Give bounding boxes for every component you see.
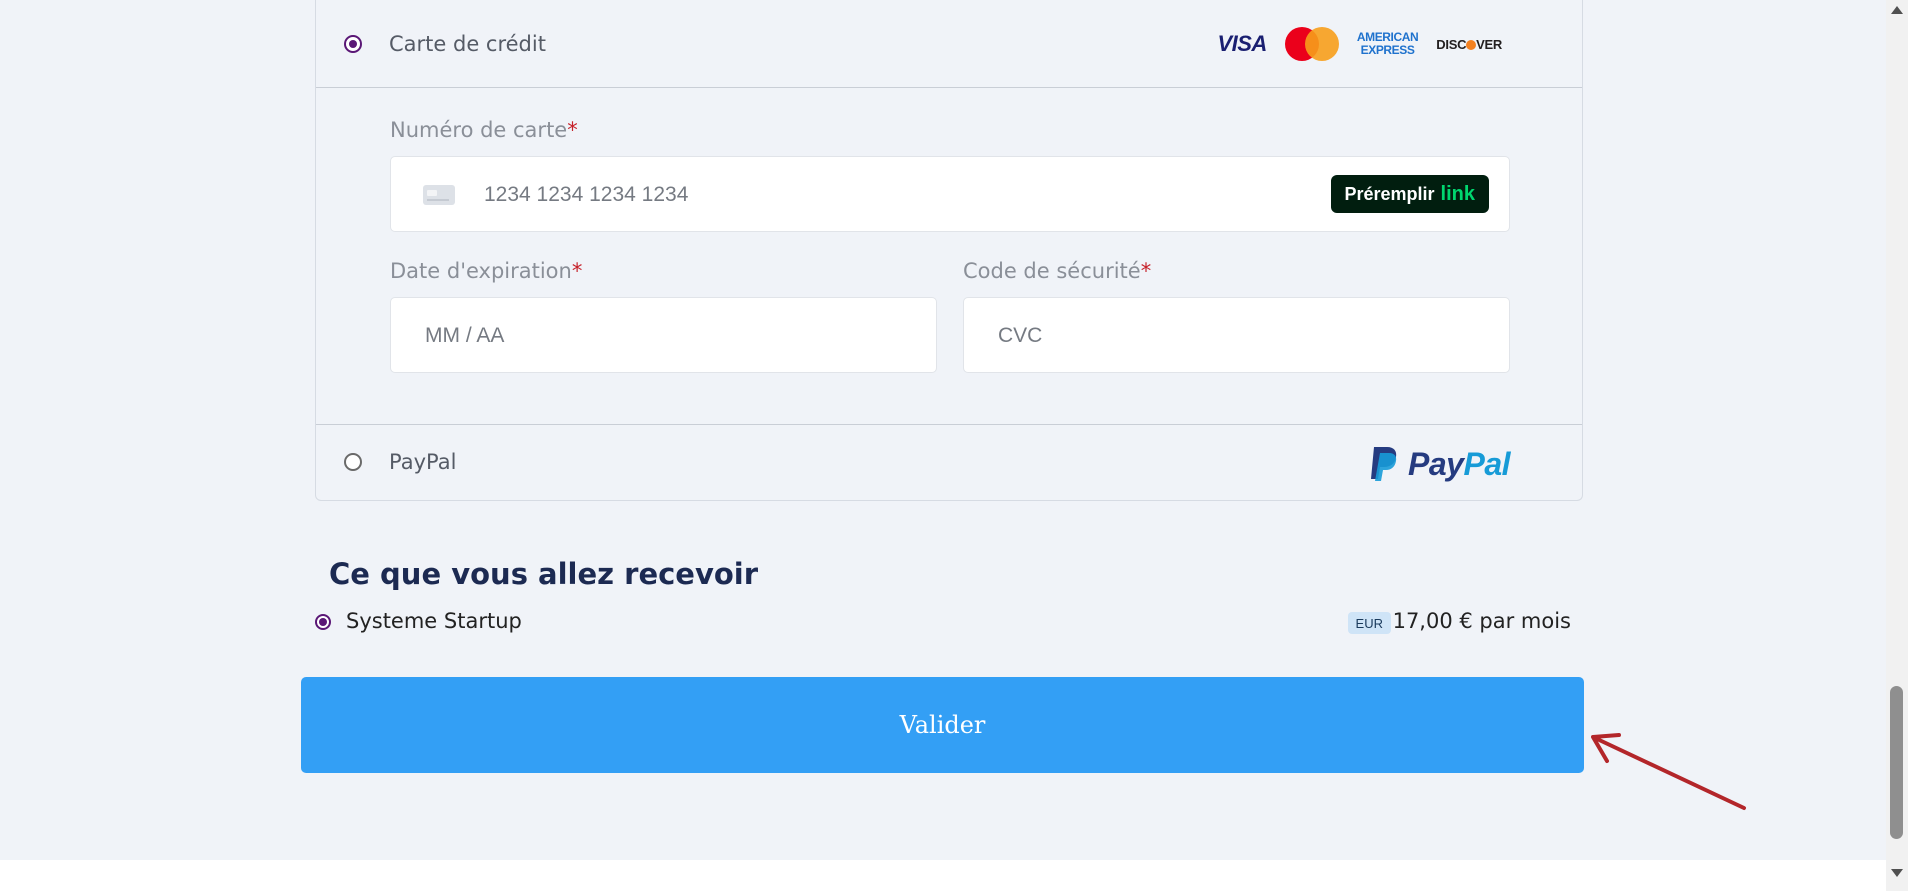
scrollbar-thumb[interactable] bbox=[1890, 686, 1903, 839]
payment-methods-box: Carte de crédit VISA AMERICAN EXPRESS DI… bbox=[315, 0, 1583, 501]
paypal-method-label: PayPal bbox=[389, 450, 457, 474]
visa-logo: VISA bbox=[1217, 31, 1267, 56]
credit-card-icon bbox=[423, 185, 455, 205]
prefill-link-button[interactable]: Préremplir link bbox=[1330, 175, 1489, 213]
submit-button[interactable]: Valider bbox=[301, 677, 1584, 773]
paypal-logo: PayPal bbox=[1368, 445, 1510, 483]
card-fields-panel: Numéro de carte* Préremplirlink Date d'e… bbox=[316, 88, 1582, 425]
cvc-label: Code de sécurité* bbox=[963, 259, 1152, 283]
card-number-label: Numéro de carte* bbox=[390, 118, 578, 142]
amex-logo: AMERICAN EXPRESS bbox=[1356, 30, 1419, 57]
card-radio[interactable] bbox=[344, 35, 362, 53]
expiry-label: Date d'expiration* bbox=[390, 259, 583, 283]
scroll-up-arrow-icon[interactable] bbox=[1891, 6, 1903, 14]
payment-method-card[interactable]: Carte de crédit VISA AMERICAN EXPRESS DI… bbox=[316, 0, 1582, 88]
card-brand-logos: VISA AMERICAN EXPRESS DISC VER bbox=[1217, 27, 1502, 61]
annotation-arrow-icon bbox=[1591, 733, 1746, 810]
checkout-page: Carte de crédit VISA AMERICAN EXPRESS DI… bbox=[0, 0, 1886, 860]
receive-section-title: Ce que vous allez recevoir bbox=[329, 557, 759, 591]
expiry-input[interactable] bbox=[423, 315, 907, 357]
paypal-radio[interactable] bbox=[344, 453, 362, 471]
card-number-field[interactable]: Préremplirlink bbox=[390, 156, 1510, 232]
cvc-input[interactable] bbox=[996, 315, 1480, 357]
vertical-scrollbar[interactable] bbox=[1886, 0, 1908, 891]
plan-radio[interactable] bbox=[315, 614, 331, 630]
page-bottom-strip bbox=[0, 860, 1886, 891]
plan-price: 17,00 € par mois bbox=[1392, 609, 1571, 633]
plan-name: Systeme Startup bbox=[346, 609, 522, 633]
currency-badge: EUR bbox=[1347, 612, 1391, 634]
mastercard-logo bbox=[1284, 27, 1339, 61]
cvc-field[interactable] bbox=[963, 297, 1510, 373]
card-number-input[interactable] bbox=[482, 174, 1286, 216]
plan-row[interactable]: Systeme Startup EUR 17,00 € par mois bbox=[315, 608, 1571, 638]
payment-method-paypal[interactable]: PayPal PayPal bbox=[316, 425, 1582, 501]
expiry-field[interactable] bbox=[390, 297, 937, 373]
discover-logo: DISC VER bbox=[1436, 36, 1502, 52]
scroll-down-arrow-icon[interactable] bbox=[1891, 869, 1903, 877]
paypal-p-icon bbox=[1371, 447, 1397, 481]
card-method-label: Carte de crédit bbox=[389, 32, 546, 56]
